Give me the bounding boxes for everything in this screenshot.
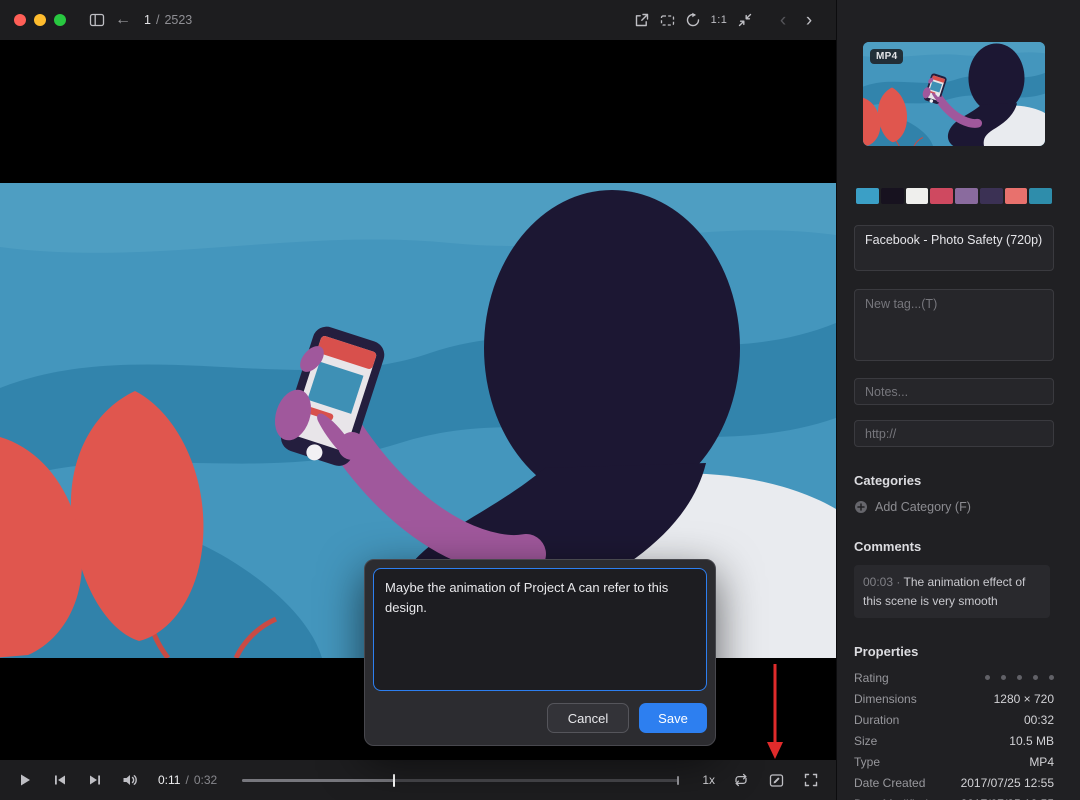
palette-swatch[interactable] (881, 188, 904, 204)
traffic-lights (14, 14, 66, 26)
dialog-actions: Cancel Save (373, 691, 707, 737)
property-value: MP4 (1029, 755, 1054, 769)
add-category-label: Add Category (F) (875, 500, 971, 514)
counter-total: 2523 (164, 13, 192, 27)
comments-heading: Comments (854, 539, 1063, 554)
item-counter: 1 / 2523 (144, 13, 192, 27)
inspector-sidebar: MP4 Facebook - Photo Safety (720p) Categ… (836, 0, 1080, 800)
format-badge: MP4 (870, 49, 903, 64)
loop-icon[interactable] (728, 767, 754, 793)
play-button[interactable] (12, 767, 38, 793)
app-window: ← 1 / 2523 1:1 ‹ › (0, 0, 1080, 800)
viewer-main: ← 1 / 2523 1:1 ‹ › (0, 0, 836, 800)
time-current: 0:11 (158, 773, 180, 787)
palette-swatch[interactable] (955, 188, 978, 204)
sidebar-toggle-icon[interactable] (84, 7, 110, 33)
property-row: Dimensions 1280 × 720 (854, 688, 1054, 709)
properties-heading: Properties (854, 644, 1063, 659)
progress-fill (242, 779, 394, 782)
annotation-arrow (764, 662, 786, 762)
zoom-window-button[interactable] (54, 14, 66, 26)
property-label: Type (854, 755, 880, 769)
fullscreen-icon[interactable] (798, 767, 824, 793)
color-palette (856, 188, 1052, 204)
comment-item[interactable]: 00:03 · The animation effect of this sce… (854, 565, 1050, 618)
cancel-button[interactable]: Cancel (547, 703, 629, 733)
tag-input[interactable] (854, 289, 1054, 361)
property-row: Date Created 2017/07/25 12:55 (854, 772, 1054, 793)
player-controls: 0:11 / 0:32 1x (0, 760, 836, 800)
categories-heading: Categories (854, 473, 1063, 488)
playback-speed-button[interactable]: 1x (702, 773, 715, 787)
palette-swatch[interactable] (906, 188, 929, 204)
add-category-button[interactable]: Add Category (F) (854, 500, 1063, 514)
comment-textarea[interactable]: Maybe the animation of Project A can ref… (373, 568, 707, 691)
comment-dialog: Maybe the animation of Project A can ref… (364, 559, 716, 746)
property-row: Rating (854, 667, 1054, 688)
property-value: 2017/07/25 12:55 (961, 776, 1054, 790)
previous-item-icon[interactable]: ‹ (770, 7, 796, 33)
fit-window-icon[interactable] (654, 7, 680, 33)
minimize-window-button[interactable] (34, 14, 46, 26)
palette-swatch[interactable] (930, 188, 953, 204)
video-thumbnail[interactable]: MP4 (863, 42, 1045, 146)
counter-separator: / (156, 13, 159, 27)
rotate-icon[interactable] (680, 7, 706, 33)
shrink-icon[interactable] (732, 7, 758, 33)
property-label: Rating (854, 671, 889, 685)
previous-frame-button[interactable] (47, 767, 73, 793)
property-value: 00:32 (1024, 713, 1054, 727)
seek-slider[interactable] (242, 773, 679, 787)
window-toolbar: ← 1 / 2523 1:1 ‹ › (0, 0, 836, 40)
property-label: Dimensions (854, 692, 917, 706)
comment-timestamp[interactable]: 00:03 · (863, 575, 900, 589)
palette-swatch[interactable] (980, 188, 1003, 204)
volume-icon[interactable] (117, 767, 143, 793)
time-separator: / (185, 773, 188, 787)
properties-list: Rating Dimensions 1280 × 720 Duration 00:32 S… (854, 667, 1054, 800)
property-row: Size 10.5 MB (854, 730, 1054, 751)
time-display: 0:11 / 0:32 (158, 773, 217, 787)
property-value: 1280 × 720 (994, 692, 1054, 706)
next-item-icon[interactable]: › (796, 7, 822, 33)
property-label: Size (854, 734, 877, 748)
open-external-icon[interactable] (628, 7, 654, 33)
property-row: Date Modified2017/07/25 12:55 (854, 793, 1054, 800)
property-value: 10.5 MB (1009, 734, 1054, 748)
counter-current: 1 (144, 13, 151, 27)
palette-swatch[interactable] (856, 188, 879, 204)
palette-swatch[interactable] (1005, 188, 1028, 204)
property-label: Date Created (854, 776, 925, 790)
rating-dots[interactable] (985, 675, 1054, 680)
close-window-button[interactable] (14, 14, 26, 26)
url-input[interactable] (854, 420, 1054, 447)
notes-input[interactable] (854, 378, 1054, 405)
save-button[interactable]: Save (639, 703, 707, 733)
title-field[interactable]: Facebook - Photo Safety (720p) (854, 225, 1054, 271)
comment-note-icon[interactable] (763, 767, 789, 793)
time-total: 0:32 (194, 773, 217, 787)
back-icon[interactable]: ← (110, 7, 136, 33)
actual-size-button[interactable]: 1:1 (706, 7, 732, 33)
slider-end-tick (677, 776, 679, 785)
property-row: Duration 00:32 (854, 709, 1054, 730)
palette-swatch[interactable] (1029, 188, 1052, 204)
plus-circle-icon (854, 500, 868, 514)
property-row: Type MP4 (854, 751, 1054, 772)
next-frame-button[interactable] (82, 767, 108, 793)
property-label: Duration (854, 713, 899, 727)
playhead[interactable] (393, 774, 395, 787)
